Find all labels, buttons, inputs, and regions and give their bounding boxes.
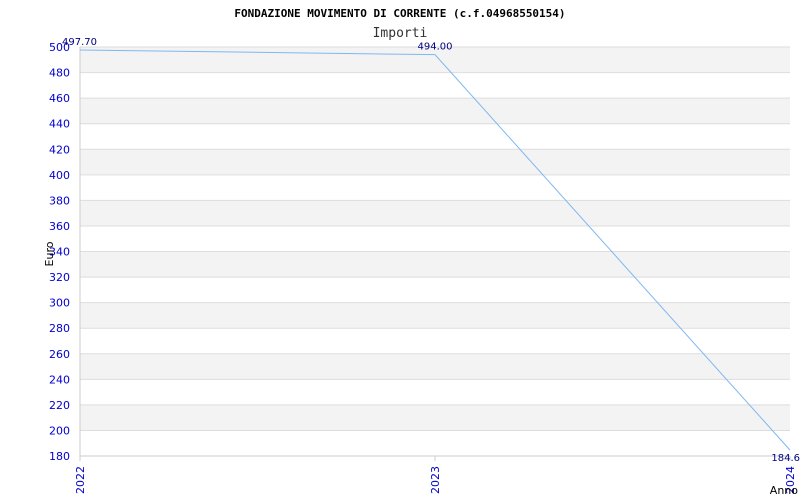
grid-band <box>80 302 790 329</box>
y-tick-label: 320 <box>49 271 70 284</box>
grid-band <box>80 200 790 226</box>
line-chart: 1802002202402602803003203403603804004204… <box>43 7 800 497</box>
y-tick-label: 260 <box>49 348 70 361</box>
grid-band <box>80 149 790 175</box>
y-tick-label: 380 <box>49 194 70 207</box>
x-tick-labels: 2022 2023 2024 <box>74 466 797 494</box>
grid-band <box>80 277 790 303</box>
y-tick-label: 180 <box>49 450 70 463</box>
grid-band <box>80 174 790 201</box>
y-tick-label: 460 <box>49 92 70 105</box>
data-label: 494.00 <box>418 42 453 53</box>
y-axis-label: Euro <box>43 241 56 266</box>
grid-band <box>80 72 790 99</box>
chart-title: FONDAZIONE MOVIMENTO DI CORRENTE (c.f.04… <box>234 7 565 20</box>
x-axis-label: Anno <box>770 484 798 497</box>
grid-band <box>80 225 790 252</box>
y-tick-label: 300 <box>49 297 70 310</box>
y-tick-label: 360 <box>49 220 70 233</box>
y-tick-label: 420 <box>49 143 70 156</box>
grid-band <box>80 251 790 278</box>
x-tick-marks <box>79 456 791 461</box>
y-tick-label: 220 <box>49 399 70 412</box>
grid-band <box>80 404 790 431</box>
y-tick-label: 440 <box>49 118 70 131</box>
x-tick-label: 2022 <box>74 466 87 494</box>
y-tick-label: 400 <box>49 169 70 182</box>
grid-band <box>80 430 790 456</box>
chart-subtitle: Importi <box>373 26 428 41</box>
grid-band <box>80 379 790 405</box>
grid-band <box>80 353 790 380</box>
x-tick-label: 2023 <box>429 466 442 494</box>
data-label: 184.6 <box>771 453 800 464</box>
grid-band <box>80 123 790 150</box>
y-tick-label: 480 <box>49 67 70 80</box>
y-tick-label: 240 <box>49 373 70 386</box>
data-label: 497.70 <box>62 37 97 48</box>
grid-band <box>80 98 790 124</box>
y-tick-label: 280 <box>49 322 70 335</box>
y-tick-label: 200 <box>49 424 70 437</box>
